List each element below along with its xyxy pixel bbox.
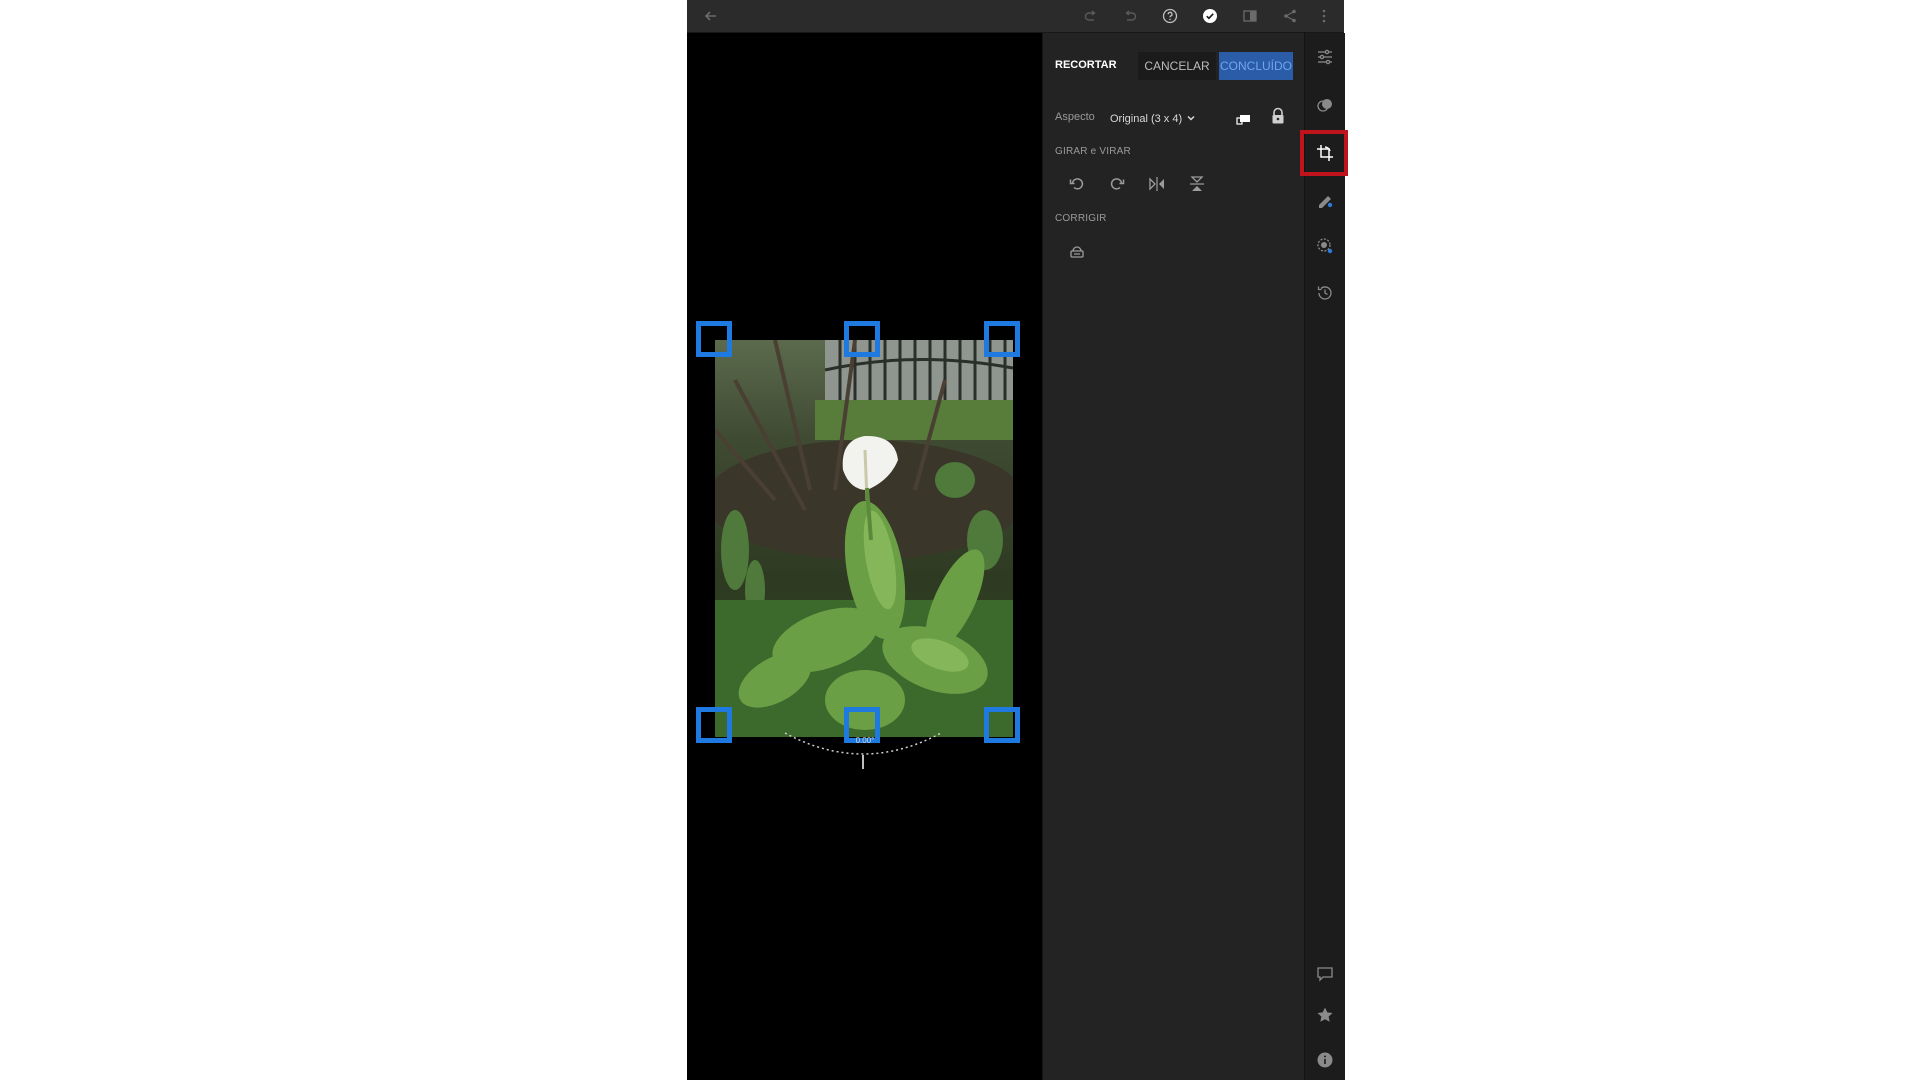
help-icon[interactable]	[1160, 6, 1180, 26]
orientation-toggle-icon[interactable]	[1233, 107, 1255, 129]
angle-readout: 0.00°	[855, 736, 875, 745]
lightroom-app: 0.00° RECORTAR CANCELAR CONCLUÍDO Aspect…	[687, 0, 1345, 1080]
history-icon[interactable]	[1315, 283, 1335, 303]
info-icon[interactable]	[1315, 1050, 1335, 1070]
more-menu-icon[interactable]	[1314, 6, 1334, 26]
top-toolbar	[687, 0, 1344, 33]
chevron-down-icon	[1186, 110, 1196, 128]
star-rating-icon[interactable]	[1315, 1005, 1335, 1025]
rotate-flip-section-title: GIRAR e VIRAR	[1055, 146, 1131, 157]
crop-handle-top-left[interactable]	[696, 321, 732, 357]
crop-handle-bottom-left[interactable]	[696, 707, 732, 743]
aspect-select[interactable]: Original (3 x 4)	[1110, 110, 1196, 128]
compare-icon[interactable]	[1240, 6, 1260, 26]
undo-icon[interactable]	[1120, 6, 1140, 26]
masking-icon[interactable]	[1315, 236, 1335, 256]
flip-vertical-icon[interactable]	[1186, 173, 1208, 195]
comment-icon[interactable]	[1315, 964, 1335, 984]
straighten-dial[interactable]	[783, 725, 943, 773]
lock-icon[interactable]	[1267, 105, 1289, 127]
crop-handle-top-center[interactable]	[844, 321, 880, 357]
crop-handle-top-right[interactable]	[984, 321, 1020, 357]
back-arrow-icon[interactable]	[701, 6, 721, 26]
tool-rail	[1304, 33, 1345, 1080]
crop-panel: RECORTAR CANCELAR CONCLUÍDO Aspecto Orig…	[1042, 33, 1305, 1080]
straighten-section-title: CORRIGIR	[1055, 213, 1107, 224]
done-button[interactable]: CONCLUÍDO	[1219, 52, 1293, 80]
flip-horizontal-icon[interactable]	[1146, 173, 1168, 195]
healing-brush-icon[interactable]	[1315, 189, 1335, 209]
crop-handle-bottom-right[interactable]	[984, 707, 1020, 743]
cancel-button[interactable]: CANCELAR	[1138, 52, 1216, 80]
auto-straighten-icon[interactable]	[1066, 241, 1088, 263]
edit-sliders-icon[interactable]	[1315, 47, 1335, 67]
photo-canvas[interactable]: 0.00°	[687, 33, 1042, 1080]
rotate-left-icon[interactable]	[1066, 173, 1088, 195]
sync-check-icon[interactable]	[1200, 6, 1220, 26]
crop-tool-highlight	[1300, 130, 1348, 176]
rotate-right-icon[interactable]	[1106, 173, 1128, 195]
aspect-value: Original (3 x 4)	[1110, 113, 1183, 125]
aspect-label: Aspecto	[1055, 111, 1095, 123]
presets-icon[interactable]	[1315, 95, 1335, 115]
share-icon[interactable]	[1280, 6, 1300, 26]
redo-icon[interactable]	[1081, 6, 1101, 26]
photo-calla-lily	[715, 340, 1013, 737]
panel-title: RECORTAR	[1055, 59, 1117, 71]
